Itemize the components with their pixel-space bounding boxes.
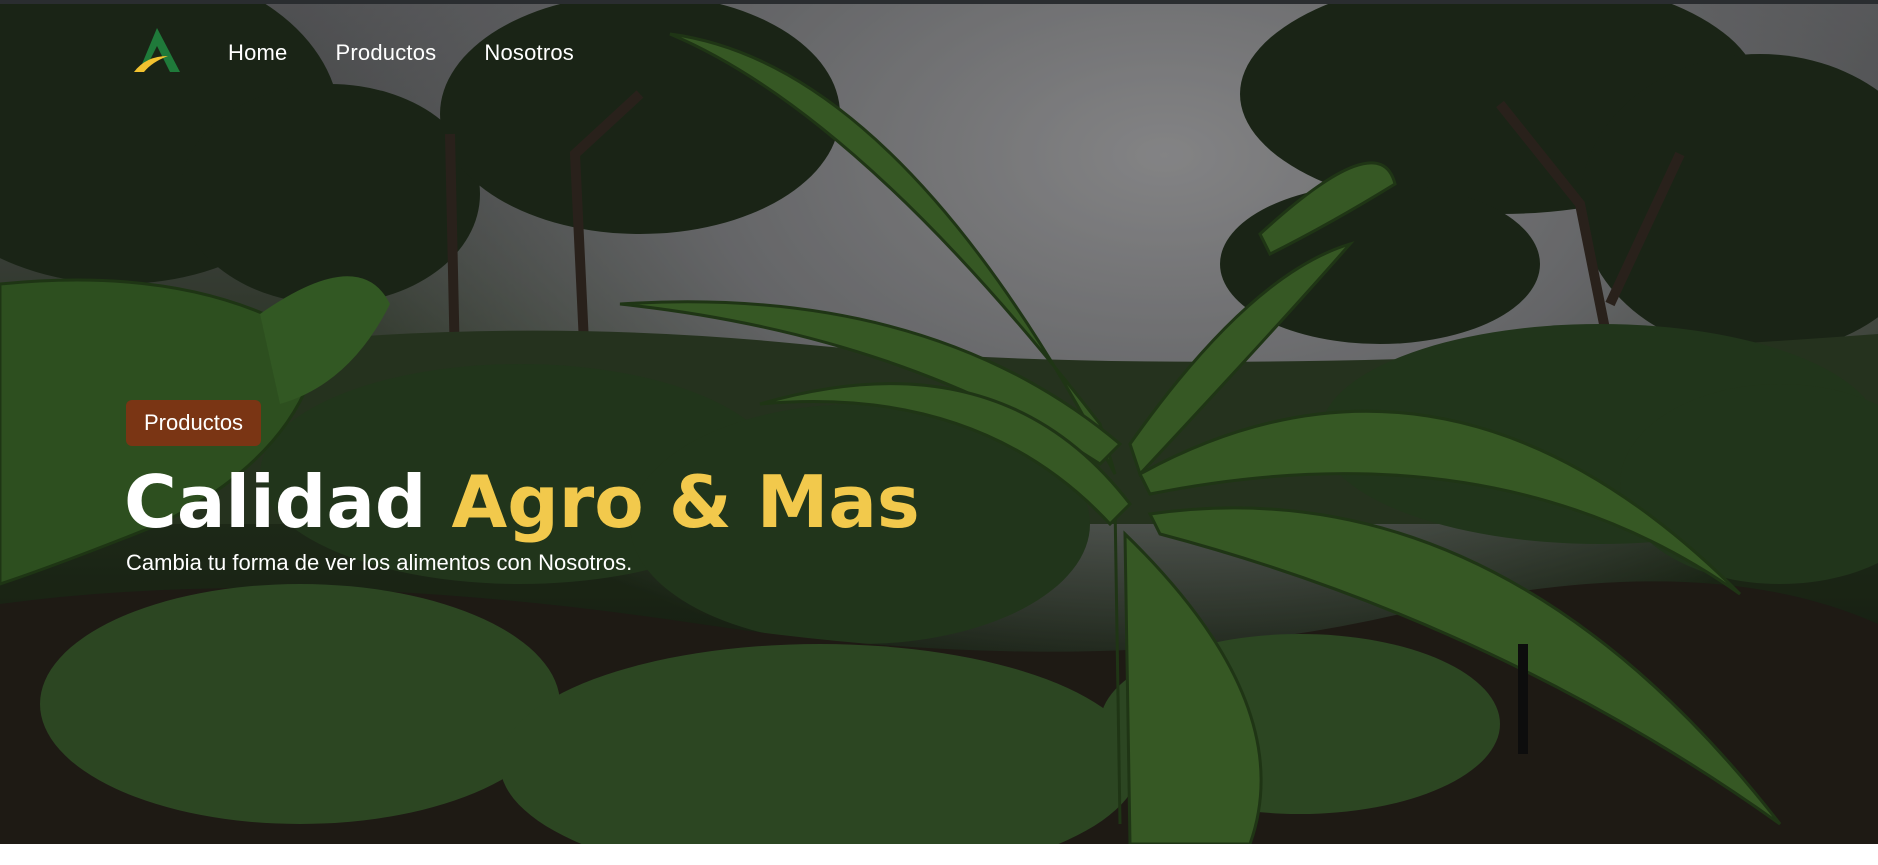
hero-title: Calidad Agro & Mas xyxy=(124,460,920,544)
page-bottom-strip xyxy=(0,844,1878,865)
hero-title-accent: Agro & Mas xyxy=(451,460,920,544)
hero-dark-overlay xyxy=(0,4,1878,844)
nav-productos-link[interactable]: Productos xyxy=(336,40,437,66)
hero-subtitle: Cambia tu forma de ver los alimentos con… xyxy=(126,550,633,575)
nav-links: Home Productos Nosotros xyxy=(228,40,574,66)
agro-mountain-logo-icon[interactable] xyxy=(132,26,182,78)
hero-title-white: Calidad xyxy=(124,460,427,544)
navbar: Home Productos Nosotros xyxy=(0,0,1878,104)
nav-nosotros-link[interactable]: Nosotros xyxy=(484,40,574,66)
hero-section xyxy=(0,4,1878,844)
hero-badge-productos[interactable]: Productos xyxy=(126,400,262,446)
nav-home-link[interactable]: Home xyxy=(228,40,288,66)
